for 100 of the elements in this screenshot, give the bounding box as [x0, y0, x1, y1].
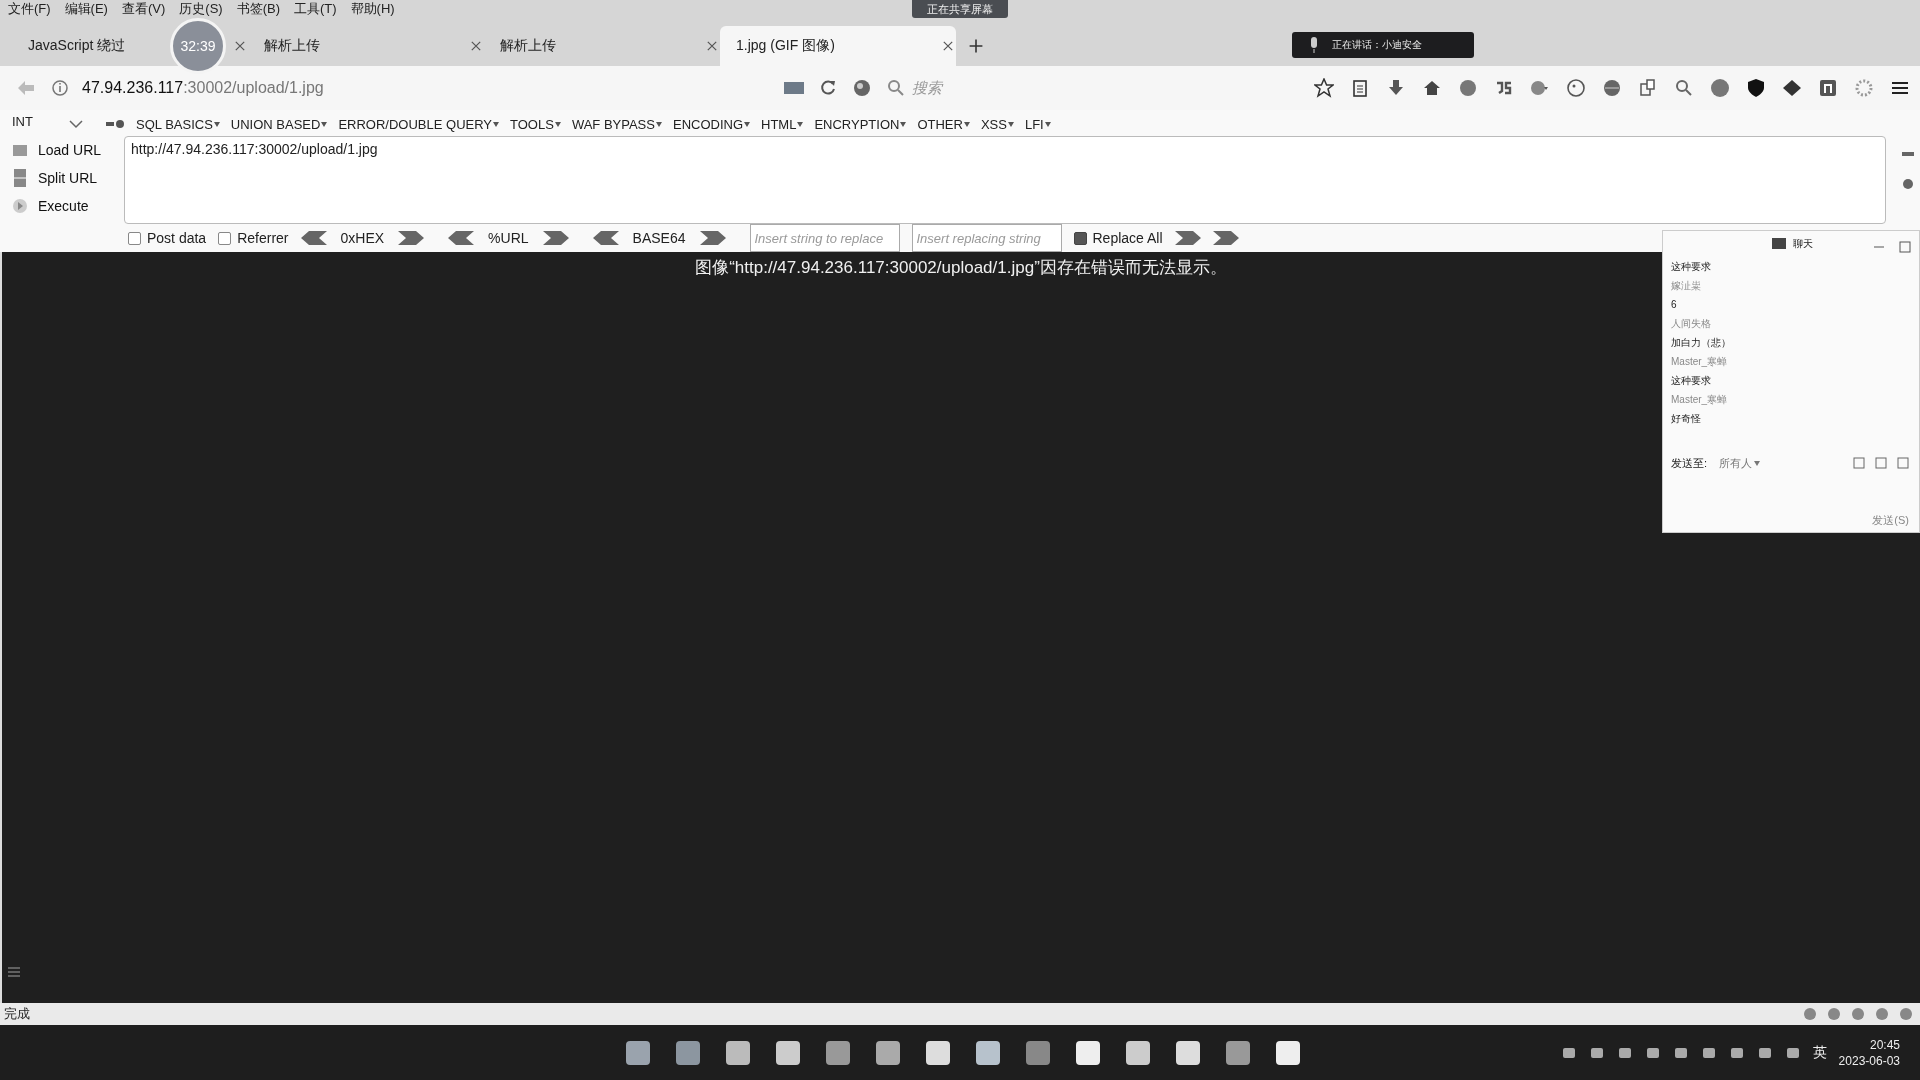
menu-item[interactable]: OTHER [917, 116, 963, 132]
app-icon[interactable] [1224, 1038, 1252, 1067]
action-button[interactable]: Split URL [10, 166, 124, 190]
menu-item[interactable]: 书签(B) [236, 0, 280, 18]
caret-icon[interactable] [493, 121, 500, 127]
caret-icon[interactable] [797, 121, 804, 127]
app-icon[interactable] [724, 1038, 752, 1067]
menu-item[interactable]: 编辑(E) [64, 0, 108, 18]
menu-item[interactable]: ENCODING [672, 116, 744, 132]
n-icon[interactable] [1818, 78, 1838, 98]
action-button[interactable]: Load URL [10, 138, 124, 162]
action-button[interactable]: Execute [10, 194, 124, 218]
browser-tab[interactable]: 解析上传 [484, 26, 568, 66]
gear-icon[interactable] [1854, 78, 1874, 98]
chat-message: 6 [1671, 299, 1678, 310]
status-icon[interactable] [1802, 1006, 1818, 1022]
copy-icon[interactable] [1638, 78, 1658, 98]
close-icon[interactable] [470, 40, 482, 52]
app-icon[interactable] [824, 1038, 852, 1067]
right-arrow-icon[interactable] [542, 231, 569, 245]
new-tab-icon[interactable] [968, 38, 984, 54]
right-arrow-icon[interactable] [1212, 231, 1239, 245]
menu-item[interactable]: 帮助(H) [350, 0, 395, 18]
status-icon[interactable] [1898, 1006, 1914, 1022]
menu-item[interactable]: SQL BASICS [136, 116, 213, 132]
status-icon[interactable] [1850, 1006, 1866, 1022]
checkbox[interactable] [1073, 231, 1087, 245]
zoom-icon[interactable] [1674, 78, 1694, 98]
status-icon[interactable] [1826, 1006, 1842, 1022]
shield-icon[interactable] [1746, 78, 1766, 98]
app-icon[interactable] [774, 1038, 802, 1067]
menu-item[interactable]: LFI [1024, 116, 1044, 132]
star-icon[interactable] [1314, 78, 1334, 98]
app-icon[interactable] [624, 1038, 652, 1067]
browser-tab[interactable]: JavaScript 绕过 [12, 26, 138, 66]
app-icon[interactable] [1124, 1038, 1152, 1067]
left-arrow-icon[interactable] [300, 231, 327, 245]
status-icon[interactable] [1874, 1006, 1890, 1022]
select-field[interactable]: INT [0, 114, 94, 134]
caret-icon[interactable] [963, 121, 970, 127]
send-button[interactable]: 发送(S) [1872, 513, 1909, 528]
menu-item[interactable]: ENCRYPTION [814, 116, 900, 132]
list-icon[interactable] [8, 967, 20, 977]
caret-icon[interactable] [554, 121, 561, 127]
app-icon[interactable] [1074, 1038, 1102, 1067]
app-icon[interactable] [924, 1038, 952, 1067]
menu-item[interactable]: WAF BYPASS [571, 116, 655, 132]
clock-date: 2023-06-03 [1838, 1053, 1900, 1068]
left-arrow-icon[interactable] [592, 231, 619, 245]
encoder-label: %URL [488, 230, 529, 246]
right-arrow-icon[interactable] [1174, 231, 1201, 245]
info-icon[interactable] [50, 78, 70, 98]
close-icon[interactable] [706, 40, 718, 52]
reload-icon[interactable] [818, 78, 838, 98]
caret-icon[interactable] [655, 121, 662, 127]
layers-icon[interactable] [1782, 78, 1802, 98]
caret-icon[interactable] [744, 121, 751, 127]
home-icon[interactable] [1422, 78, 1442, 98]
caret-icon[interactable] [900, 121, 907, 127]
app-icon[interactable] [1174, 1038, 1202, 1067]
recipient-dropdown[interactable]: 所有人 [1719, 455, 1753, 471]
ime-indicator[interactable]: 英 [1812, 1043, 1827, 1062]
app-icon[interactable] [874, 1038, 902, 1067]
status-text: 完成 [4, 1005, 30, 1023]
url-field[interactable]: http://47.94.236.117:30002/upload/1.jpg [124, 136, 1886, 224]
close-icon[interactable] [942, 40, 954, 52]
cookie-icon[interactable] [1566, 78, 1586, 98]
menu-item[interactable]: TOOLS [510, 116, 554, 132]
clipboard-icon[interactable] [1350, 78, 1370, 98]
left-arrow-icon[interactable] [448, 231, 475, 245]
caret-icon[interactable] [213, 121, 220, 127]
checkbox-label: Replace All [1092, 230, 1163, 246]
chat-message: 好奇怪 [1671, 413, 1702, 424]
encoder-label: BASE64 [632, 230, 686, 246]
menu-item[interactable]: 查看(V) [121, 0, 166, 18]
checkbox-label: Referrer [237, 230, 289, 246]
chat-message: 这种要求 [1671, 375, 1712, 386]
right-arrow-icon[interactable] [398, 231, 425, 245]
send-to-label: 发送至: [1671, 455, 1708, 471]
app-icon[interactable] [1274, 1038, 1302, 1067]
caret-icon[interactable] [1007, 121, 1014, 127]
menu-item[interactable]: 文件(F) [8, 0, 51, 18]
app-icon[interactable] [674, 1038, 702, 1067]
checkbox[interactable] [218, 231, 232, 245]
menu-item[interactable]: HTML [761, 116, 797, 132]
close-icon[interactable] [234, 40, 246, 52]
caret-icon[interactable] [1044, 121, 1051, 127]
app-icon[interactable] [974, 1038, 1002, 1067]
address-field[interactable]: 47.94.236.117:30002/upload/1.jpg [82, 79, 324, 97]
browser-tab[interactable]: 解析上传 [248, 26, 332, 66]
encoder-label: 0xHEX [340, 230, 385, 246]
caret-icon[interactable] [1754, 460, 1761, 466]
caret-icon[interactable] [321, 121, 328, 127]
menu-item[interactable]: 历史(S) [179, 0, 223, 18]
menu-item[interactable]: ERROR/DOUBLE QUERY [338, 116, 493, 132]
menu-item[interactable]: 工具(T) [294, 0, 337, 18]
menu-item[interactable]: XSS [980, 116, 1007, 132]
menu-item[interactable]: UNION BASED [230, 116, 321, 132]
right-arrow-icon[interactable] [699, 231, 726, 245]
checkbox[interactable] [128, 231, 141, 245]
